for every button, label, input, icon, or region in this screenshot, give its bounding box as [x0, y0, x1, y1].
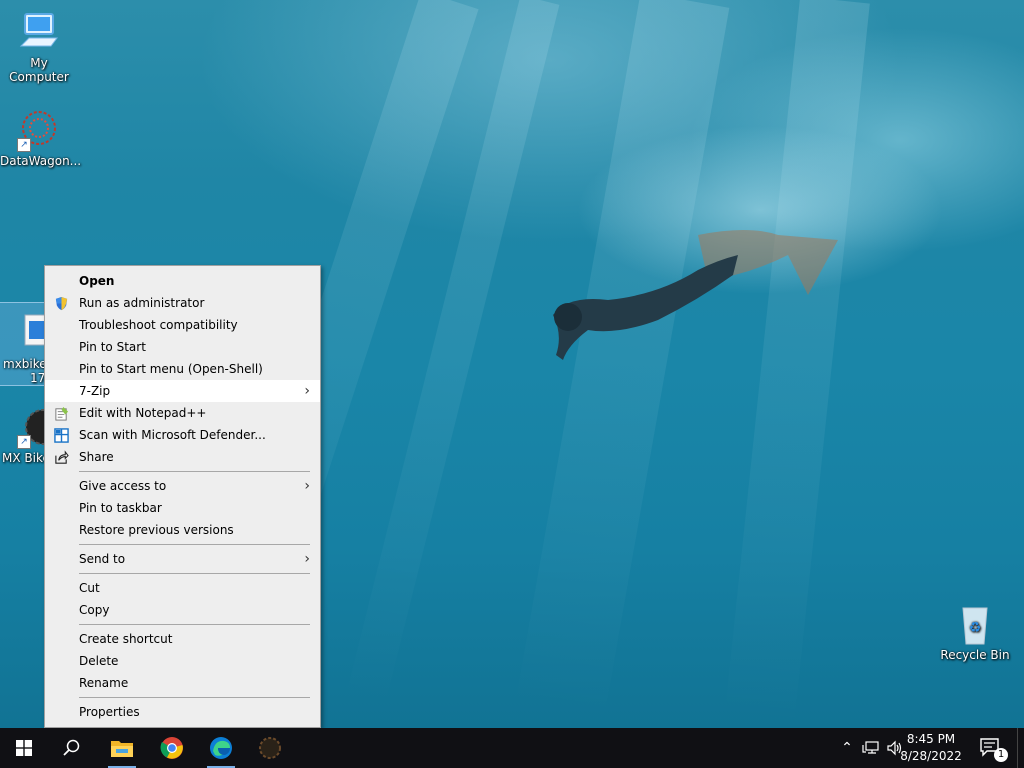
- menu-item-pin-to-start[interactable]: Pin to Start: [45, 336, 320, 358]
- svg-text:♻: ♻: [969, 620, 982, 636]
- menu-item-pin-to-start-menu-open-shell[interactable]: Pin to Start menu (Open-Shell): [45, 358, 320, 380]
- menu-item-copy[interactable]: Copy: [45, 599, 320, 621]
- edge-icon: [210, 737, 232, 759]
- menu-item-restore-previous-versions[interactable]: Restore previous versions: [45, 519, 320, 541]
- desktop-icon-datawagon[interactable]: ↗ DataWagon...: [0, 108, 81, 168]
- desktop[interactable]: My Computer ↗ DataWagon... mxbikes 17( ↗: [0, 0, 1024, 728]
- show-desktop-button[interactable]: [1017, 728, 1024, 768]
- taskbar-file-explorer[interactable]: [98, 728, 146, 768]
- share-icon: [55, 450, 69, 464]
- chevron-up-icon[interactable]: ⌃: [838, 740, 856, 756]
- network-icon[interactable]: [862, 740, 880, 756]
- chevron-right-icon: ›: [304, 383, 310, 399]
- shortcut-arrow-icon: ↗: [17, 435, 31, 449]
- menu-item-delete[interactable]: Delete: [45, 650, 320, 672]
- menu-separator: [79, 471, 310, 472]
- chrome-icon: [160, 737, 183, 759]
- menu-item-troubleshoot-compatibility[interactable]: Troubleshoot compatibility: [45, 314, 320, 336]
- clock-time: 8:45 PM: [906, 732, 956, 746]
- menu-separator: [79, 624, 310, 625]
- file-explorer-icon: [111, 741, 133, 757]
- taskbar-edge[interactable]: [197, 728, 245, 768]
- shield-icon: [55, 296, 68, 311]
- start-button[interactable]: [0, 728, 48, 768]
- notepad-plus-plus-icon: [55, 406, 69, 421]
- menu-item-cut[interactable]: Cut: [45, 577, 320, 599]
- chevron-right-icon: ›: [304, 478, 310, 494]
- menu-separator: [79, 697, 310, 698]
- search-icon: [63, 739, 80, 756]
- menu-separator: [79, 573, 310, 574]
- notification-badge: 1: [994, 748, 1008, 762]
- taskbar: ⌃ 8:45 PM 8/28/2022 1: [0, 728, 1024, 768]
- shortcut-arrow-icon: ↗: [17, 138, 31, 152]
- taskbar-mx-bikes[interactable]: [246, 728, 294, 768]
- menu-item-pin-to-taskbar[interactable]: Pin to taskbar: [45, 497, 320, 519]
- menu-item-edit-with-notepad-plus-plus[interactable]: Edit with Notepad++: [45, 402, 320, 424]
- mx-bikes-icon: [259, 737, 281, 759]
- menu-item-7zip[interactable]: 7-Zip ›: [45, 380, 320, 402]
- datawagon-icon: ↗: [17, 108, 61, 152]
- defender-icon: [54, 428, 69, 443]
- action-center-button[interactable]: 1: [970, 728, 1014, 768]
- clock-date: 8/28/2022: [900, 749, 962, 763]
- menu-separator: [79, 544, 310, 545]
- menu-item-scan-with-defender[interactable]: Scan with Microsoft Defender...: [45, 424, 320, 446]
- menu-item-send-to[interactable]: Send to ›: [45, 548, 320, 570]
- system-tray: ⌃: [838, 728, 904, 768]
- menu-item-open[interactable]: Open: [45, 270, 320, 292]
- chevron-right-icon: ›: [304, 551, 310, 567]
- recycle-bin-icon: ♻: [953, 602, 997, 646]
- menu-item-rename[interactable]: Rename: [45, 672, 320, 694]
- search-button[interactable]: [48, 728, 96, 768]
- taskbar-chrome[interactable]: [148, 728, 196, 768]
- desktop-icon-recycle-bin[interactable]: ♻ Recycle Bin: [936, 602, 1014, 662]
- desktop-icon-my-computer[interactable]: My Computer: [0, 10, 78, 84]
- context-menu: Open Run as administrator Troubleshoot c…: [44, 265, 321, 728]
- menu-item-run-as-administrator[interactable]: Run as administrator: [45, 292, 320, 314]
- menu-item-share[interactable]: Share: [45, 446, 320, 468]
- menu-item-give-access-to[interactable]: Give access to ›: [45, 475, 320, 497]
- menu-item-create-shortcut[interactable]: Create shortcut: [45, 628, 320, 650]
- menu-item-properties[interactable]: Properties: [45, 701, 320, 723]
- start-icon: [16, 740, 32, 756]
- wallpaper-diver: [553, 230, 838, 360]
- computer-icon: [17, 10, 61, 54]
- clock[interactable]: 8:45 PM 8/28/2022: [896, 731, 966, 765]
